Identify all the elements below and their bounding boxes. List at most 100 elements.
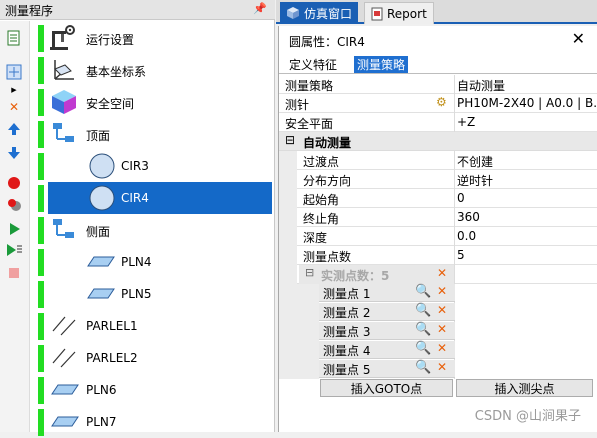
move-down-icon[interactable]: [4, 144, 24, 162]
plane-icon: [87, 288, 115, 299]
delete-icon[interactable]: ✕: [437, 284, 447, 298]
prop-value[interactable]: 自动测量: [457, 77, 505, 94]
plane-icon: [51, 384, 79, 395]
measure-point-1[interactable]: 测量点 1 🔍 ✕: [319, 284, 455, 302]
prop-row-start-angle[interactable]: 起始角 0: [279, 189, 597, 208]
tree-item-pln4[interactable]: PLN4: [31, 246, 272, 278]
plane-icon: [87, 256, 115, 267]
expand-all-icon[interactable]: [4, 63, 24, 81]
status-bar: [38, 185, 44, 212]
property-panel-title: 圆属性：CIR4: [289, 35, 365, 49]
tree-item-cir3[interactable]: CIR3: [31, 150, 272, 182]
dropdown-arrow-icon[interactable]: ▶: [4, 81, 24, 99]
magnifier-icon[interactable]: 🔍: [415, 341, 431, 356]
magnifier-icon[interactable]: 🔍: [415, 360, 431, 375]
tree-item-top-face[interactable]: 顶面: [31, 118, 272, 150]
prop-row-transition[interactable]: 过渡点 不创建: [279, 151, 597, 170]
magnifier-icon[interactable]: 🔍: [415, 303, 431, 318]
magnifier-icon[interactable]: 🔍: [415, 322, 431, 337]
insert-goto-button[interactable]: 插入GOTO点: [320, 379, 453, 397]
tree-item-base-coordinate[interactable]: 基本坐标系: [31, 54, 272, 86]
insert-tip-button[interactable]: 插入测尖点: [456, 379, 593, 397]
tree-item-parlel1[interactable]: PARLEL1: [31, 310, 272, 342]
collapse-toggle-icon[interactable]: ⊟: [305, 266, 314, 279]
move-up-icon[interactable]: [4, 120, 24, 138]
stop-icon[interactable]: [4, 264, 24, 282]
machine-settings-icon: [50, 25, 75, 50]
measure-point-4[interactable]: 测量点 4 🔍 ✕: [319, 341, 455, 359]
delete-icon[interactable]: ✕: [437, 360, 447, 374]
indent-gutter: [279, 284, 319, 379]
tree-item-label: PLN4: [121, 255, 152, 269]
prop-row-end-angle[interactable]: 终止角 360: [279, 208, 597, 227]
delete-icon[interactable]: ✕: [4, 98, 24, 116]
actual-points-header[interactable]: ⊟ 实测点数：5 ✕: [299, 265, 455, 284]
tab-report[interactable]: Report: [364, 2, 434, 24]
measure-point-3[interactable]: 测量点 3 🔍 ✕: [319, 322, 455, 340]
status-bar: [38, 57, 44, 84]
measure-point-2[interactable]: 测量点 2 🔍 ✕: [319, 303, 455, 321]
tree-item-cir4[interactable]: CIR4: [31, 182, 272, 214]
prop-value[interactable]: 360: [457, 210, 480, 224]
circle-icon: [89, 153, 115, 179]
parallel-lines-icon: [52, 348, 76, 368]
pin-icon[interactable]: 📌: [253, 2, 267, 15]
tree-item-run-settings[interactable]: 运行设置: [31, 22, 272, 54]
prop-value[interactable]: 0.0: [457, 229, 476, 243]
program-tree: 运行设置 基本坐标系 安全空间 顶面 CIR3 CIR4 侧面 PLN4 PLN…: [31, 21, 275, 436]
tree-item-safety-space[interactable]: 安全空间: [31, 86, 272, 118]
subtab-measure-strategy[interactable]: 测量策略: [354, 56, 409, 73]
tree-item-label: PLN5: [121, 287, 152, 301]
tree-item-label: PLN7: [86, 415, 117, 429]
delete-icon[interactable]: ✕: [437, 322, 447, 336]
prop-value[interactable]: PH10M-2X40 | A0.0 | B...: [457, 96, 597, 110]
prop-key: 安全平面: [285, 117, 334, 131]
status-bar: [38, 89, 44, 116]
close-icon[interactable]: ✕: [572, 29, 585, 48]
probe-config-icon[interactable]: ⚙: [436, 95, 447, 109]
property-panel: 圆属性：CIR4 ✕ 定义特征 测量策略 测量策略 自动测量 测针 ⚙ PH10…: [278, 26, 597, 432]
prop-row-probe[interactable]: 测针 ⚙ PH10M-2X40 | A0.0 | B...: [279, 94, 597, 113]
prop-value[interactable]: 不创建: [457, 153, 493, 170]
status-bar: [38, 217, 44, 244]
prop-row-depth[interactable]: 深度 0.0: [279, 227, 597, 246]
collapse-toggle-icon[interactable]: ⊟: [285, 133, 295, 147]
group-label: 自动测量: [303, 136, 352, 150]
tree-item-pln5[interactable]: PLN5: [31, 278, 272, 310]
record-icon[interactable]: [4, 174, 24, 192]
column-divider: [454, 151, 455, 170]
prop-value[interactable]: 0: [457, 191, 465, 205]
delete-icon[interactable]: ✕: [437, 341, 447, 355]
selection-highlight: [48, 182, 272, 214]
breakpoint-clear-icon[interactable]: [4, 196, 24, 214]
tree-item-pln7[interactable]: PLN7: [31, 406, 272, 438]
delete-icon[interactable]: ✕: [437, 266, 447, 280]
prop-group-auto-measure[interactable]: ⊟ 自动测量: [279, 132, 597, 151]
prop-value[interactable]: +Z: [457, 115, 475, 129]
program-panel: 测量程序 📌 ▶ ✕ 运行设置 基本坐标系 安全空间 顶面 CIR3 CIR4 …: [0, 0, 275, 436]
subtab-definition[interactable]: 定义特征: [286, 56, 340, 73]
measure-point-5[interactable]: 测量点 5 🔍 ✕: [319, 360, 455, 378]
tree-item-side-face[interactable]: 侧面: [31, 214, 272, 246]
run-from-here-icon[interactable]: [4, 241, 24, 259]
indent-gutter: [279, 246, 297, 265]
prop-value[interactable]: 5: [457, 248, 465, 262]
simulation-cube-icon: [287, 7, 299, 19]
prop-row-strategy[interactable]: 测量策略 自动测量: [279, 75, 597, 94]
magnifier-icon[interactable]: 🔍: [415, 284, 431, 299]
play-icon[interactable]: [4, 220, 24, 238]
prop-row-point-count[interactable]: 测量点数 5: [279, 246, 597, 265]
prop-row-direction[interactable]: 分布方向 逆时针: [279, 170, 597, 189]
document-icon[interactable]: [4, 29, 24, 47]
prop-row-safe-plane[interactable]: 安全平面 +Z: [279, 113, 597, 132]
prop-value[interactable]: 逆时针: [457, 172, 493, 189]
tab-simulation[interactable]: 仿真窗口: [280, 2, 359, 24]
tree-item-label: PARLEL2: [86, 351, 138, 365]
tree-item-parlel2[interactable]: PARLEL2: [31, 342, 272, 374]
tree-item-label: 基本坐标系: [86, 65, 147, 79]
tree-item-label: 安全空间: [86, 97, 135, 111]
column-divider: [454, 246, 455, 265]
delete-icon[interactable]: ✕: [437, 303, 447, 317]
indent-gutter: [279, 265, 297, 284]
tree-item-pln6[interactable]: PLN6: [31, 374, 272, 406]
